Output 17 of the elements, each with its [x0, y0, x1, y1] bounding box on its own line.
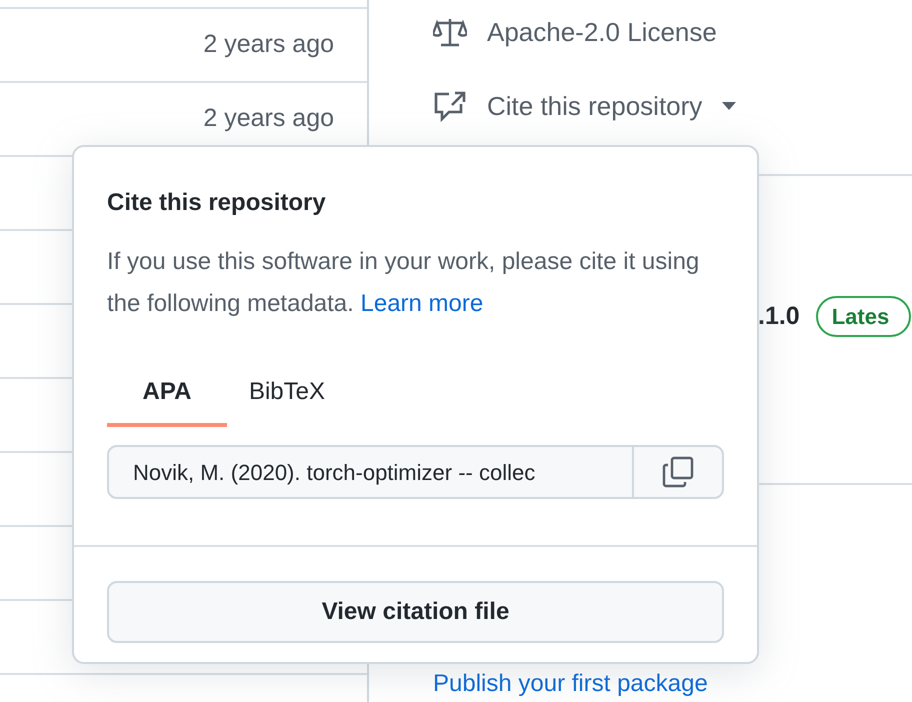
caret-icon [722, 102, 736, 110]
quote-icon [433, 90, 467, 122]
release-version: .1.0 [758, 300, 800, 332]
learn-more-link[interactable]: Learn more [360, 290, 484, 317]
latest-badge: Lates [816, 296, 912, 337]
publish-package-link[interactable]: Publish your first package [433, 666, 912, 702]
popover-title: Cite this repository [107, 188, 327, 218]
commit-age: 2 years ago [203, 29, 334, 60]
scale-icon [433, 17, 467, 47]
citation-tab[interactable]: APA [107, 361, 227, 427]
popover-description: If you use this software in your work, please cite it using the following metadata. Learn more [107, 247, 700, 319]
citation-tab[interactable]: BibTeX [227, 361, 347, 427]
commit-age: 2 years ago [203, 103, 334, 134]
copy-icon [662, 456, 694, 488]
cite-repository-button[interactable]: Cite this repository [369, 64, 912, 148]
view-citation-button[interactable]: View citation file [107, 581, 724, 643]
license-text: Apache-2.0 License [487, 16, 717, 48]
